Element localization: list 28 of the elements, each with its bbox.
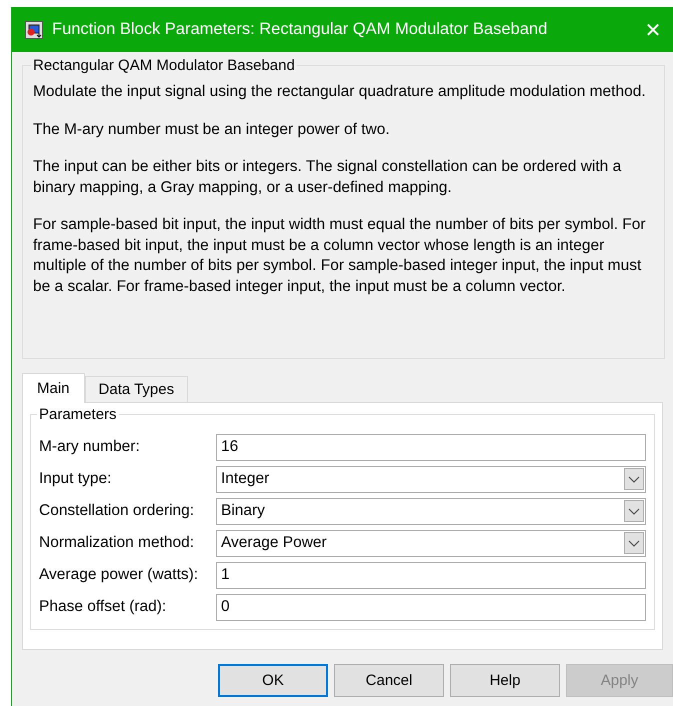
field-label: Phase offset (rad): (39, 598, 168, 616)
field-label: Constellation ordering: (39, 502, 196, 520)
group-title: Parameters (38, 406, 118, 423)
dropdown[interactable]: Integer (216, 466, 646, 492)
chevron-down-icon (624, 500, 644, 522)
tab[interactable]: Main (22, 373, 85, 403)
window-title: Function Block Parameters: Rectangular QAM Modulator Baseband (52, 20, 548, 39)
input-field[interactable]: 16 (216, 434, 646, 460)
field-label: Input type: (39, 470, 112, 488)
input-field[interactable]: 0 (216, 594, 646, 620)
dialog-button[interactable]: Help (450, 664, 560, 697)
dialog-button[interactable]: Cancel (334, 664, 444, 697)
field-label: Average power (watts): (39, 566, 200, 584)
field-label: M-ary number: (39, 438, 141, 456)
field-label: Normalization method: (39, 534, 196, 552)
dialog-button[interactable]: OK (218, 664, 328, 697)
dropdown[interactable]: Average Power (216, 530, 646, 556)
dropdown[interactable]: Binary (216, 498, 646, 524)
tab[interactable]: Data Types (84, 376, 188, 402)
block-diagram-icon (25, 20, 43, 38)
description-text: For sample-based bit input, the input width must equal the number of bits per symbol. For frame-based bit input, the input must be a column vector whose length is an integer multiple of the number of bits per symbol. For sample-based integer input, the input must be a scalar. For frame-based integer input, the input must be a column vector. (33, 215, 647, 296)
description-text: Modulate the input signal using the rectangular quadrature amplitude modulation method. (33, 82, 647, 102)
chevron-down-icon (624, 468, 644, 490)
group-title: Rectangular QAM Modulator Baseband (32, 57, 296, 74)
chevron-down-icon (624, 532, 644, 554)
input-field[interactable]: 1 (216, 562, 646, 588)
description-text: The M-ary number must be an integer power of two. (33, 120, 391, 140)
description-text: The input can be either bits or integers. The signal constellation can be ordered with a binary mapping, a Gray mapping, or a user-defined mapping. (33, 157, 622, 198)
